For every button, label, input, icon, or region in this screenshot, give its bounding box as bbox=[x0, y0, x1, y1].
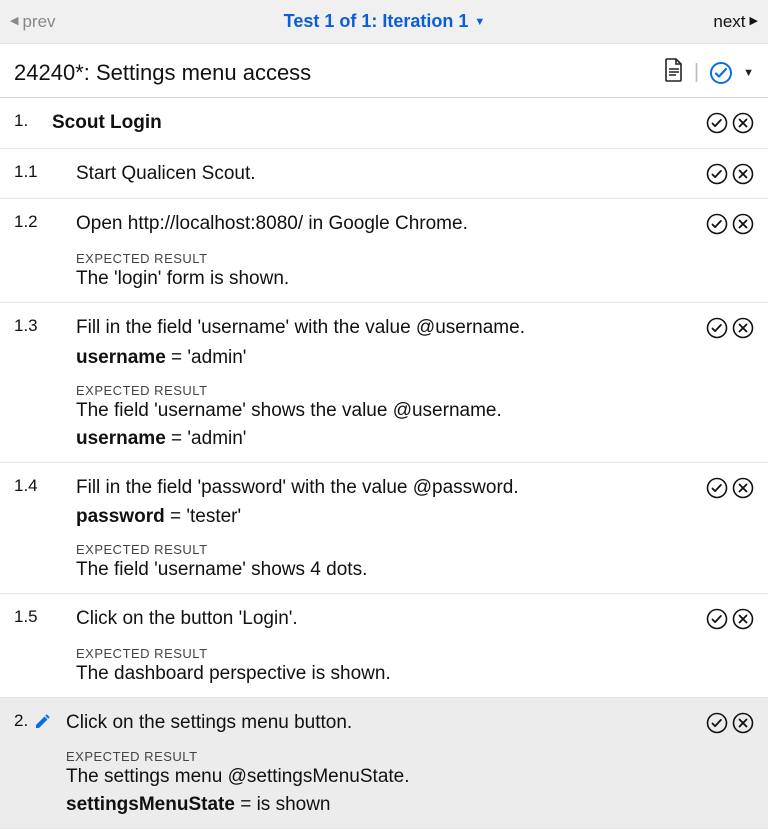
pass-button[interactable] bbox=[706, 112, 728, 134]
step-row: 1.4 Fill in the field 'password' with th… bbox=[0, 463, 768, 595]
step-text: Fill in the field 'password' with the va… bbox=[76, 475, 696, 501]
step-param: password = 'tester' bbox=[76, 506, 696, 528]
expected-text: The field 'username' shows 4 dots. bbox=[76, 559, 696, 581]
pass-button[interactable] bbox=[706, 712, 728, 734]
fail-button[interactable] bbox=[732, 213, 754, 235]
prev-button[interactable]: ◀ prev bbox=[10, 12, 56, 32]
test-header: 24240*: Settings menu access | ▼ bbox=[0, 44, 768, 98]
expected-text[interactable]: The settings menu @settingsMenuState. bbox=[66, 766, 696, 788]
step-number: 1.4 bbox=[14, 475, 56, 496]
pass-button[interactable] bbox=[706, 317, 728, 339]
expected-label: EXPECTED RESULT bbox=[76, 542, 696, 557]
fail-button[interactable] bbox=[732, 112, 754, 134]
expected-label: EXPECTED RESULT bbox=[76, 646, 696, 661]
step-number: 2. bbox=[14, 710, 56, 731]
status-check-icon[interactable] bbox=[709, 61, 733, 85]
fail-button[interactable] bbox=[732, 608, 754, 630]
step-number: 1.3 bbox=[14, 315, 56, 336]
test-title: 24240*: Settings menu access bbox=[14, 60, 311, 86]
fail-button[interactable] bbox=[732, 163, 754, 185]
document-icon[interactable] bbox=[664, 58, 684, 87]
step-row: 1.3 Fill in the field 'username' with th… bbox=[0, 303, 768, 463]
pass-button[interactable] bbox=[706, 608, 728, 630]
pass-button[interactable] bbox=[706, 477, 728, 499]
expected-text: The 'login' form is shown. bbox=[76, 268, 696, 290]
pencil-icon[interactable] bbox=[34, 712, 52, 730]
pass-button[interactable] bbox=[706, 213, 728, 235]
step-param: username = 'admin' bbox=[76, 347, 696, 369]
step-text: Open http://localhost:8080/ in Google Ch… bbox=[76, 211, 696, 237]
fail-button[interactable] bbox=[732, 477, 754, 499]
chevron-left-icon: ◀ bbox=[10, 16, 18, 27]
step-number: 1.2 bbox=[14, 211, 56, 232]
fail-button[interactable] bbox=[732, 712, 754, 734]
step-number: 1.5 bbox=[14, 606, 56, 627]
step-number: 1.1 bbox=[14, 161, 56, 182]
step-row: 1.5 Click on the button 'Login'. EXPECTE… bbox=[0, 594, 768, 698]
step-text[interactable]: Click on the settings menu button. bbox=[66, 710, 696, 736]
next-button[interactable]: next ▶ bbox=[713, 12, 758, 32]
fail-button[interactable] bbox=[732, 317, 754, 339]
test-nav-bar: ◀ prev Test 1 of 1: Iteration 1 ▼ next ▶ bbox=[0, 0, 768, 44]
caret-down-icon: ▼ bbox=[474, 16, 485, 28]
step-text: Click on the button 'Login'. bbox=[76, 606, 696, 632]
expected-text: The field 'username' shows the value @us… bbox=[76, 400, 696, 422]
status-dropdown[interactable]: ▼ bbox=[743, 67, 754, 79]
expected-label: EXPECTED RESULT bbox=[76, 383, 696, 398]
next-label: next bbox=[713, 12, 745, 32]
expected-label: EXPECTED RESULT bbox=[66, 749, 696, 764]
iteration-title: Test 1 of 1: Iteration 1 bbox=[284, 11, 469, 32]
step-row: 1.1 Start Qualicen Scout. bbox=[0, 149, 768, 200]
prev-label: prev bbox=[22, 12, 55, 32]
section-title: Scout Login bbox=[52, 110, 696, 136]
header-actions: | ▼ bbox=[664, 58, 754, 87]
step-text: Fill in the field 'username' with the va… bbox=[76, 315, 696, 341]
step-text: Start Qualicen Scout. bbox=[76, 161, 696, 187]
step-param: username = 'admin' bbox=[76, 428, 696, 450]
step-number: 1. bbox=[14, 110, 42, 131]
divider: | bbox=[694, 61, 699, 84]
step-param[interactable]: settingsMenuState = is shown bbox=[66, 794, 696, 816]
pass-button[interactable] bbox=[706, 163, 728, 185]
chevron-right-icon: ▶ bbox=[750, 16, 758, 27]
iteration-dropdown[interactable]: Test 1 of 1: Iteration 1 ▼ bbox=[284, 11, 486, 32]
step-row-editing[interactable]: 2. Click on the settings menu button. EX… bbox=[0, 698, 768, 829]
section-row: 1. Scout Login bbox=[0, 98, 768, 149]
step-row: 1.2 Open http://localhost:8080/ in Googl… bbox=[0, 199, 768, 303]
expected-label: EXPECTED RESULT bbox=[76, 251, 696, 266]
expected-text: The dashboard perspective is shown. bbox=[76, 663, 696, 685]
